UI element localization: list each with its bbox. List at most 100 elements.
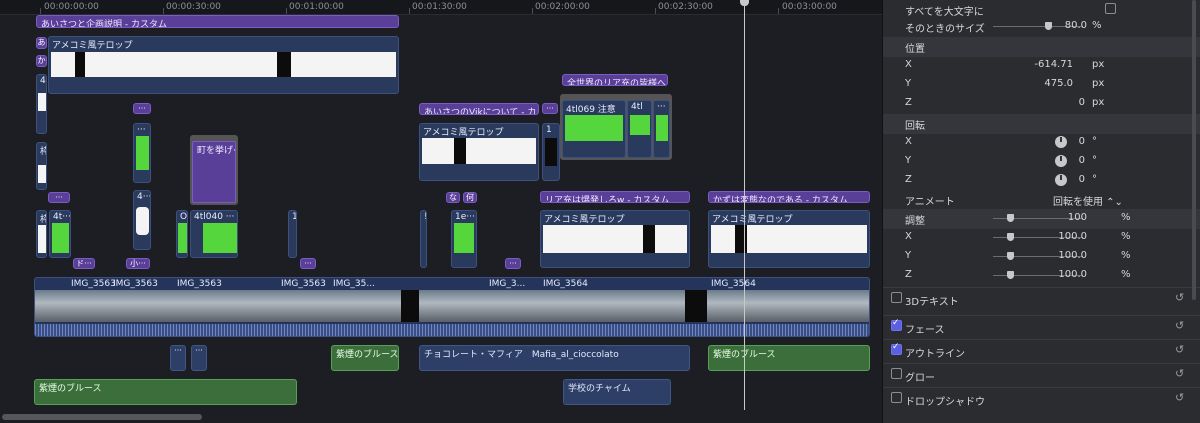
position-z-row: Z 0 px bbox=[905, 97, 1105, 108]
video-clip-small[interactable]: 枠 bbox=[36, 142, 47, 190]
rotation-y-row: Y 0 ° bbox=[905, 155, 1097, 167]
slider-knob[interactable] bbox=[1007, 214, 1014, 222]
video-clip-amecomi[interactable]: アメコミ風テロップ bbox=[540, 210, 690, 268]
title-clip-mini[interactable]: か bbox=[36, 55, 47, 67]
compound-clip[interactable]: 4tl069 注意 4tl ··· bbox=[560, 94, 672, 160]
title-clip[interactable]: 町を挙げ··· bbox=[192, 141, 236, 203]
clip-label: IMG_3563 bbox=[113, 279, 158, 289]
video-clip[interactable]: 4tl069 注意 bbox=[562, 100, 626, 158]
compound-clip[interactable]: 町を挙げ··· bbox=[190, 135, 238, 205]
title-clip-mini[interactable]: あ bbox=[36, 37, 47, 49]
title-clip-mini[interactable]: ··· bbox=[505, 258, 521, 269]
position-section[interactable]: 位置 bbox=[883, 37, 1200, 57]
video-clip-small[interactable]: 1 bbox=[288, 210, 297, 258]
3d-text-checkbox[interactable] bbox=[891, 292, 902, 303]
video-clip-small[interactable]: 4t··· bbox=[49, 210, 71, 258]
ruler-label: 00:02:00:00 bbox=[535, 2, 590, 12]
glow-checkbox[interactable] bbox=[891, 368, 902, 379]
title-clip[interactable]: リア充は爆発しろw - カスタム bbox=[540, 191, 690, 203]
all-caps-checkbox[interactable] bbox=[1105, 3, 1116, 14]
timeline-ruler[interactable]: 00:00:00:00 00:00:30:00 00:01:00:00 00:0… bbox=[0, 0, 882, 15]
video-clip-amecomi[interactable]: アメコミ風テロップ bbox=[48, 36, 399, 94]
title-clip[interactable]: 全世界のリア充の皆様へ -... bbox=[562, 74, 668, 86]
video-clip-small[interactable]: ··· bbox=[133, 123, 151, 183]
group-outline[interactable]: アウトライン ↺ bbox=[883, 339, 1200, 363]
title-clip-mini[interactable]: ··· bbox=[133, 103, 151, 114]
clip-filmstrip bbox=[75, 52, 85, 77]
video-clip-small[interactable]: 1 bbox=[542, 123, 560, 181]
reset-icon[interactable]: ↺ bbox=[1175, 343, 1184, 356]
group-glow[interactable]: グロー ↺ bbox=[883, 363, 1200, 387]
title-clip-mini[interactable]: ド··· bbox=[73, 258, 95, 269]
reset-icon[interactable]: ↺ bbox=[1175, 391, 1184, 404]
outline-checkbox[interactable] bbox=[891, 342, 902, 355]
video-clip[interactable]: ··· bbox=[653, 100, 670, 158]
playhead[interactable] bbox=[744, 0, 745, 410]
position-x-value[interactable]: -614.71 bbox=[1003, 59, 1073, 70]
title-clip-mini[interactable]: 何 bbox=[463, 192, 477, 203]
rotation-y-value[interactable]: 0 bbox=[1015, 155, 1085, 166]
scale-z-value[interactable]: 100.0 bbox=[1017, 269, 1087, 280]
scale-value[interactable]: 100 bbox=[1017, 212, 1087, 223]
video-clip[interactable]: 4tl bbox=[627, 100, 652, 158]
audio-clip[interactable]: 紫煙のブルース bbox=[34, 379, 297, 405]
video-clip-small[interactable]: 4··· bbox=[133, 190, 151, 250]
video-clip-small[interactable]: O bbox=[176, 210, 188, 258]
title-clip-mini[interactable]: な bbox=[446, 192, 460, 203]
video-clip[interactable]: 1e··· bbox=[451, 210, 477, 268]
title-clip-mini[interactable]: ··· bbox=[542, 103, 558, 114]
slider-knob[interactable] bbox=[1007, 271, 1014, 279]
video-clip-amecomi[interactable]: アメコミ風テロップ bbox=[708, 210, 870, 268]
scale-section[interactable]: 調整 100 % bbox=[883, 209, 1200, 229]
video-clip-small[interactable]: 4 bbox=[36, 74, 47, 134]
group-face[interactable]: フェース ↺ bbox=[883, 315, 1200, 339]
video-clip[interactable]: 4tl040 ··· bbox=[190, 210, 238, 258]
drop-shadow-checkbox[interactable] bbox=[891, 392, 902, 403]
scale-y-row: Y 100.0 % bbox=[905, 250, 1131, 261]
slider-knob[interactable] bbox=[1007, 252, 1014, 260]
clip-filmstrip bbox=[136, 136, 149, 170]
title-clip-mini[interactable]: ··· bbox=[48, 192, 70, 203]
title-clip[interactable]: あいさつと企画説明 - カスタム bbox=[36, 15, 399, 28]
face-checkbox[interactable] bbox=[891, 318, 902, 331]
group-3d-text[interactable]: 3Dテキスト ↺ bbox=[883, 287, 1200, 311]
clip-label: IMG_3563 bbox=[71, 279, 116, 289]
ruler-label: 00:01:00:00 bbox=[289, 2, 344, 12]
animate-popup[interactable]: 回転を使用 ⌃⌄ bbox=[1053, 193, 1133, 208]
video-clip-amecomi[interactable]: アメコミ風テロップ bbox=[419, 123, 539, 181]
rotation-section[interactable]: 回転 bbox=[883, 114, 1200, 134]
slider-knob[interactable] bbox=[1007, 233, 1014, 241]
caps-size-value[interactable]: 80.0 bbox=[1017, 20, 1087, 31]
reset-icon[interactable]: ↺ bbox=[1175, 319, 1184, 332]
position-z-value[interactable]: 0 bbox=[1015, 97, 1085, 108]
position-y-value[interactable]: 475.0 bbox=[1003, 78, 1073, 89]
clip-label: IMG_3563 bbox=[177, 279, 222, 289]
group-drop-shadow[interactable]: ドロップシャドウ ↺ bbox=[883, 387, 1200, 411]
rotation-x-value[interactable]: 0 bbox=[1015, 136, 1085, 147]
audio-clip[interactable]: 紫煙のブルース bbox=[331, 345, 399, 371]
clip-filmstrip bbox=[136, 207, 149, 235]
audio-clip[interactable]: 紫煙のブルース bbox=[708, 345, 870, 371]
video-clip-small[interactable]: 枠 bbox=[36, 210, 47, 258]
title-clip-mini[interactable]: ··· bbox=[300, 258, 316, 269]
audio-clip[interactable]: ··· bbox=[170, 345, 186, 371]
video-clip-small[interactable]: ! bbox=[420, 210, 427, 268]
scale-x-value[interactable]: 100.0 bbox=[1017, 231, 1087, 242]
audio-clip[interactable]: チョコレート・マフィア Mafia_al_cioccolato bbox=[419, 345, 690, 371]
timeline[interactable]: 00:00:00:00 00:00:30:00 00:01:00:00 00:0… bbox=[0, 0, 882, 423]
reset-icon[interactable]: ↺ bbox=[1175, 291, 1184, 304]
ruler-label: 00:00:00:00 bbox=[44, 2, 99, 12]
clip-label: IMG_35... bbox=[333, 279, 375, 289]
inspector-scrollbar[interactable] bbox=[1192, 0, 1196, 300]
title-clip[interactable]: かずは変態なのである - カスタム bbox=[708, 191, 870, 203]
audio-clip[interactable]: 学校のチャイム bbox=[563, 379, 671, 405]
ruler-tick bbox=[163, 8, 164, 14]
scale-y-value[interactable]: 100.0 bbox=[1017, 250, 1087, 261]
title-clip[interactable]: あいさつのVikについて - カスタム bbox=[419, 103, 539, 115]
audio-clip[interactable]: ··· bbox=[191, 345, 207, 371]
title-clip-mini[interactable]: 小··· bbox=[126, 258, 150, 269]
reset-icon[interactable]: ↺ bbox=[1175, 367, 1184, 380]
clip-filmstrip bbox=[38, 93, 46, 111]
rotation-z-value[interactable]: 0 bbox=[1015, 174, 1085, 185]
timeline-scrollbar[interactable] bbox=[2, 414, 202, 420]
